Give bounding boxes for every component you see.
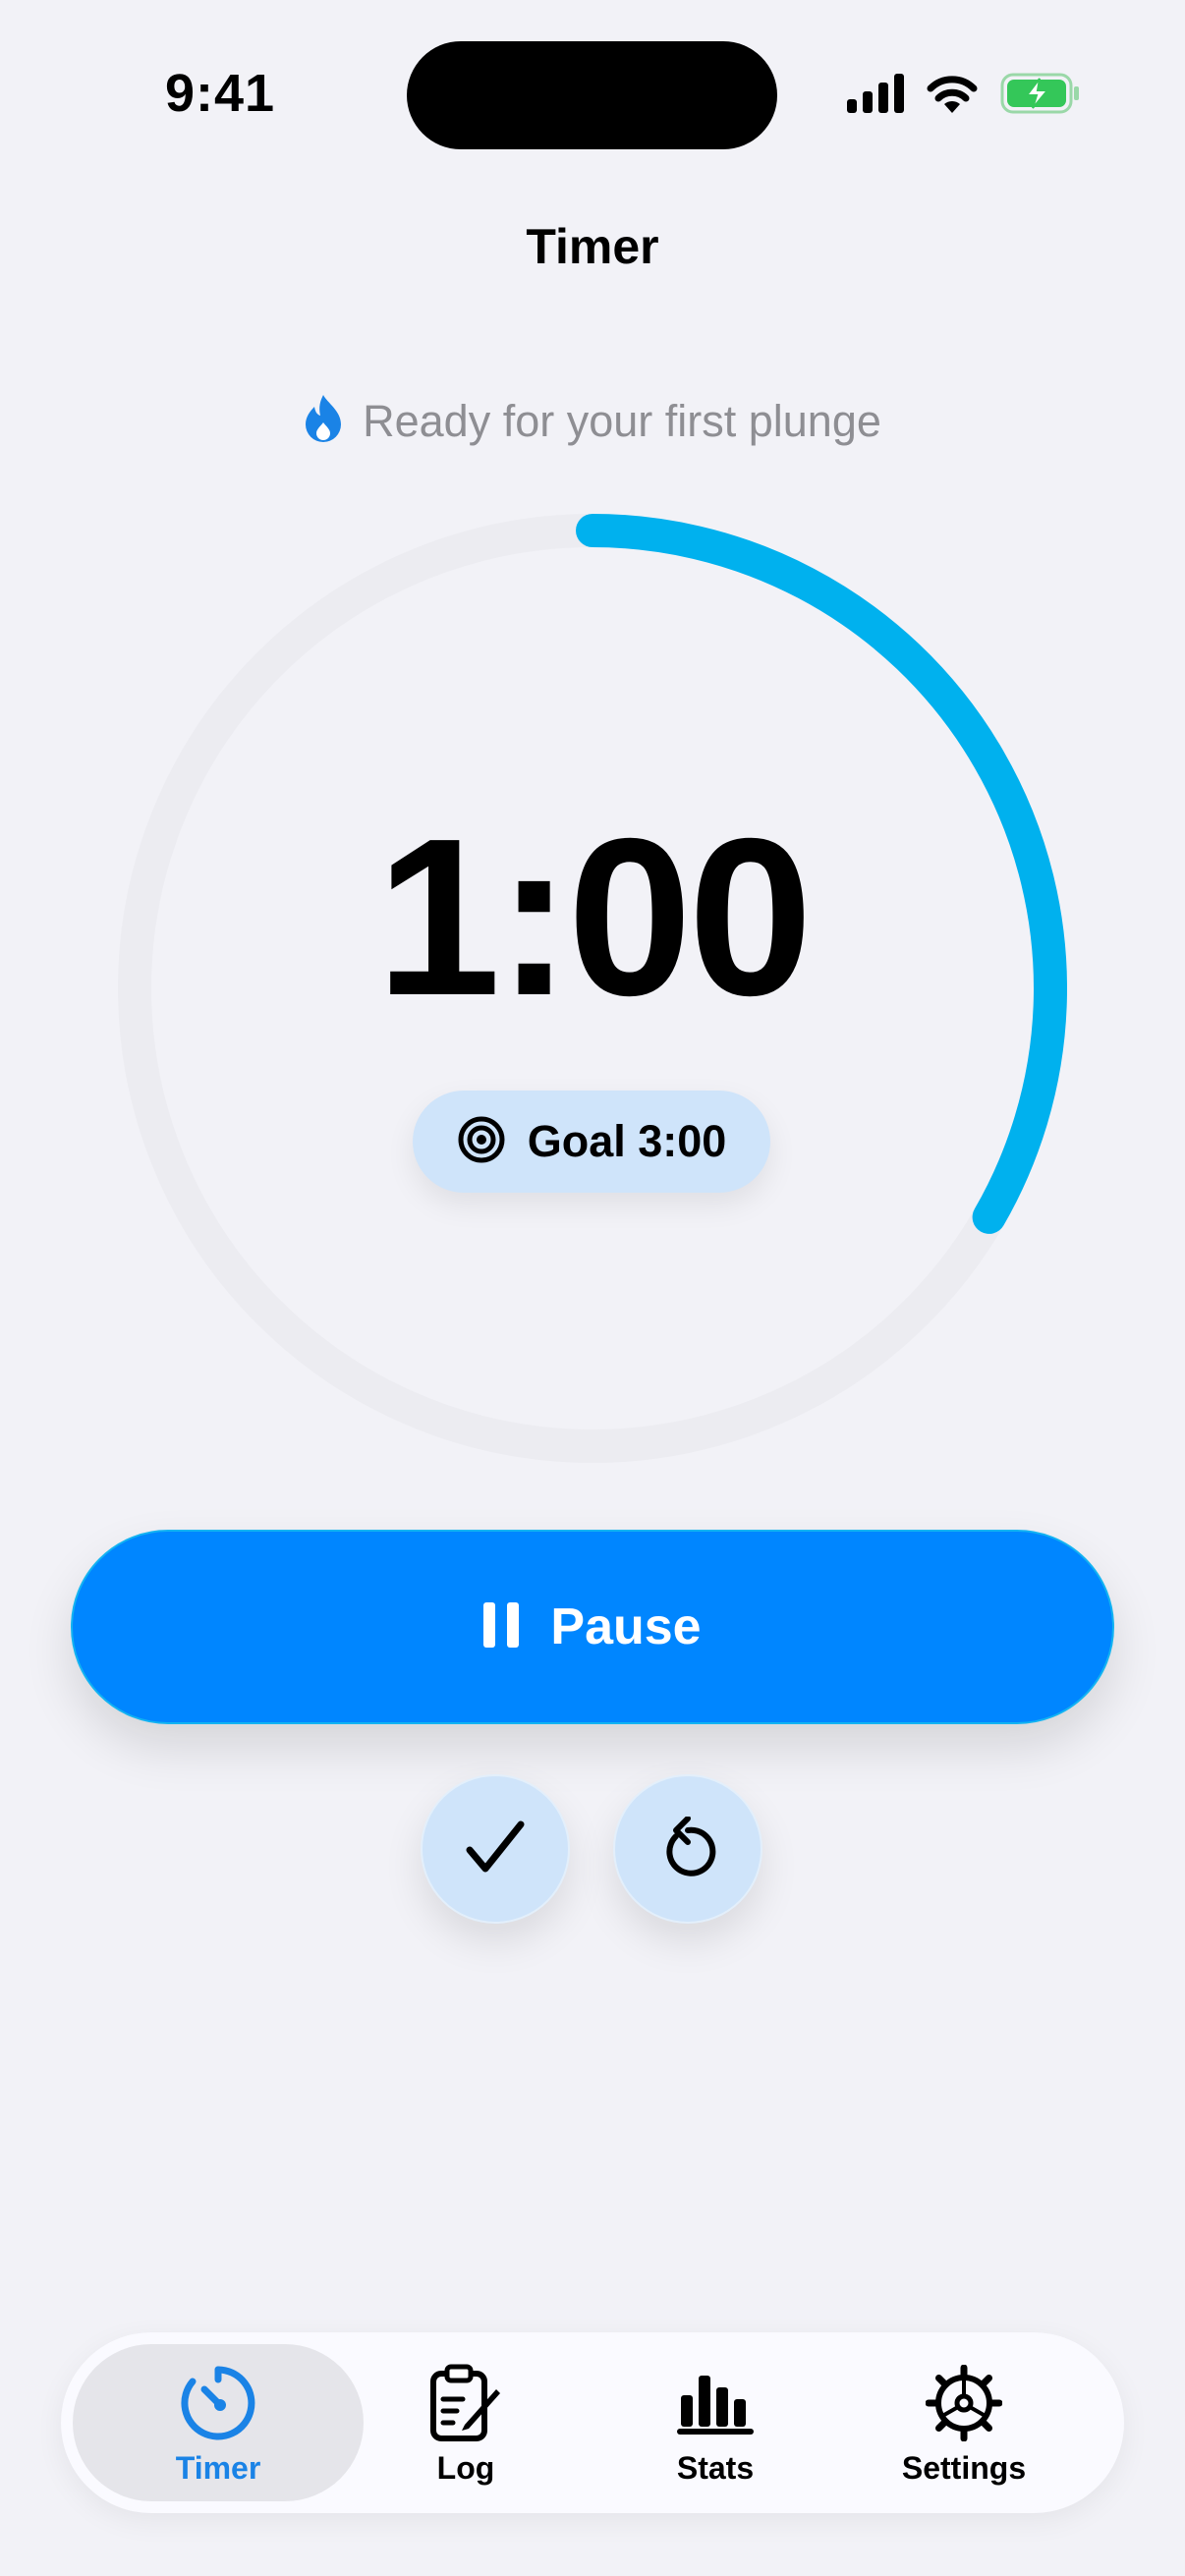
streak-text: Ready for your first plunge: [363, 395, 881, 446]
tab-stats[interactable]: Stats: [570, 2344, 861, 2501]
goal-label: Goal 3:00: [527, 1116, 727, 1166]
tab-label: Timer: [175, 2450, 261, 2486]
reset-button[interactable]: [613, 1774, 762, 1924]
dynamic-island: [407, 41, 777, 149]
finish-button[interactable]: [421, 1774, 570, 1924]
tab-label: Stats: [676, 2450, 755, 2486]
status-icons: [847, 71, 1081, 120]
flame-icon: [304, 393, 343, 449]
tab-log[interactable]: Log: [320, 2344, 611, 2501]
cellular-signal-icon: [847, 73, 904, 118]
gear-icon: [926, 2364, 1002, 2442]
tab-label: Settings: [901, 2450, 1027, 2486]
timer-icon: [181, 2364, 255, 2442]
clipboard-icon: [429, 2364, 502, 2442]
timer-display: 1:00: [375, 793, 813, 1042]
chart-bars-icon: [677, 2364, 754, 2442]
goal-chip[interactable]: Goal 3:00: [413, 1091, 770, 1193]
pause-label: Pause: [550, 1598, 702, 1655]
timer-screen: 9:41 Timer Ready for your first plunge 1…: [0, 0, 1185, 2576]
pause-button[interactable]: Pause: [71, 1530, 1114, 1724]
tab-bar: Timer Log Stats Settings: [61, 2332, 1124, 2513]
tab-settings[interactable]: Settings: [818, 2344, 1109, 2501]
pause-icon: [483, 1601, 520, 1652]
tab-label: Log: [436, 2450, 495, 2486]
reset-arrow-icon: [658, 1815, 717, 1882]
target-icon: [457, 1115, 506, 1169]
page-title: Timer: [526, 219, 659, 274]
wifi-icon: [926, 74, 979, 118]
checkmark-icon: [466, 1820, 525, 1878]
streak-message: Ready for your first plunge: [0, 393, 1185, 449]
status-time: 9:41: [165, 64, 276, 123]
battery-charging-icon: [1000, 73, 1081, 119]
